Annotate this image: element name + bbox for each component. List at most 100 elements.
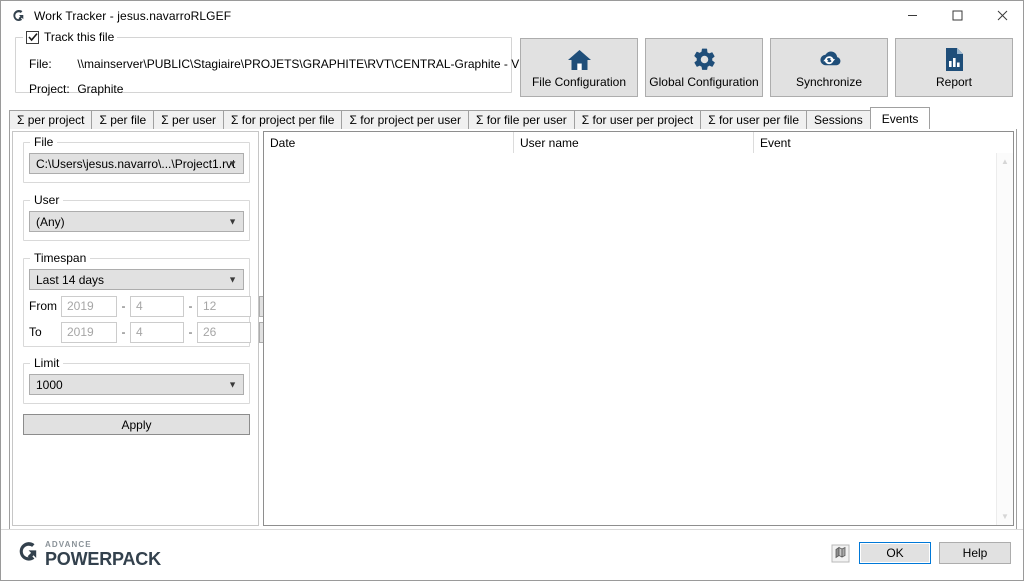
track-this-file-group: Track this file File: \\mainserver\PUBLI… xyxy=(15,29,543,96)
timespan-select-value: Last 14 days xyxy=(36,272,105,287)
timespan-filter-group: Timespan Last 14 days ▼ From 2019 - 4 - … xyxy=(23,251,283,347)
events-list-panel: Date User name Event ▲ ▼ xyxy=(263,131,1014,526)
tab-sum-for-user-per-project[interactable]: Σ for user per project xyxy=(573,110,702,129)
ok-button[interactable]: OK xyxy=(859,542,931,564)
date-separator: - xyxy=(188,325,193,339)
tab-label: Σ per user xyxy=(161,113,217,127)
tab-sum-for-file-per-user[interactable]: Σ for file per user xyxy=(467,110,575,129)
logo-powerpack-text: POWERPACK xyxy=(45,548,161,569)
global-configuration-label: Global Configuration xyxy=(649,74,759,89)
limit-select-value: 1000 xyxy=(36,377,63,392)
limit-filter-group: Limit 1000 ▼ xyxy=(23,356,250,404)
ok-button-label: OK xyxy=(886,546,904,560)
user-filter-group: User (Any) ▼ xyxy=(23,193,250,241)
user-select[interactable]: (Any) ▼ xyxy=(29,211,244,232)
user-select-value: (Any) xyxy=(36,214,65,229)
project-value: Graphite xyxy=(77,82,124,96)
maximize-icon[interactable] xyxy=(935,1,980,30)
home-icon xyxy=(567,47,592,73)
chevron-down-icon: ▼ xyxy=(228,158,237,168)
events-list-header: Date User name Event xyxy=(264,132,1013,154)
tab-label: Σ for user per file xyxy=(708,113,800,127)
date-from-year[interactable]: 2019 xyxy=(61,295,117,317)
scroll-down-arrow-icon[interactable]: ▼ xyxy=(997,508,1014,525)
date-separator: - xyxy=(188,299,193,313)
project-row: Project: Graphite xyxy=(29,82,123,96)
file-select[interactable]: C:\Users\jesus.navarro\...\Project1.rvt … xyxy=(29,153,244,174)
limit-filter-legend: Limit xyxy=(30,356,64,370)
events-list-body[interactable] xyxy=(264,153,996,525)
events-list-scrollbar[interactable]: ▲ ▼ xyxy=(996,153,1013,525)
graitec-g-icon xyxy=(9,7,27,25)
column-label: Event xyxy=(760,135,791,150)
gear-icon xyxy=(692,47,717,73)
synchronize-label: Synchronize xyxy=(795,74,863,89)
tab-sum-for-user-per-file[interactable]: Σ for user per file xyxy=(700,110,808,129)
file-value: \\mainserver\PUBLIC\Stagiaire\PROJETS\GR… xyxy=(77,57,543,71)
tab-label: Σ per project xyxy=(17,113,85,127)
tab-sessions[interactable]: Sessions xyxy=(806,110,871,129)
report-button[interactable]: Report xyxy=(895,38,1013,97)
tab-sum-for-project-per-user[interactable]: Σ for project per user xyxy=(341,110,469,129)
close-icon[interactable] xyxy=(980,1,1023,30)
track-this-file-label: Track this file xyxy=(44,30,115,44)
date-from-month[interactable]: 4 xyxy=(130,295,184,317)
advance-powerpack-logo: ADVANCE POWERPACK xyxy=(13,539,161,569)
file-filter-legend: File xyxy=(30,135,58,149)
global-configuration-button[interactable]: Global Configuration xyxy=(645,38,763,97)
tab-events[interactable]: Events xyxy=(869,107,931,129)
date-to-row: To 2019 - 4 - 26 31 xyxy=(29,321,283,343)
timespan-select[interactable]: Last 14 days ▼ xyxy=(29,269,244,290)
limit-select[interactable]: 1000 ▼ xyxy=(29,374,244,395)
column-header-user-name[interactable]: User name xyxy=(514,132,754,153)
tab-strip: Σ per project Σ per file Σ per user Σ fo… xyxy=(9,107,1017,129)
file-label: File: xyxy=(29,57,52,71)
tab-sum-for-project-per-file[interactable]: Σ for project per file xyxy=(223,110,343,129)
date-from-day[interactable]: 12 xyxy=(197,295,251,317)
tab-label: Σ per file xyxy=(99,113,147,127)
column-header-date[interactable]: Date xyxy=(264,132,514,153)
tab-label: Σ for project per user xyxy=(349,113,461,127)
tab-sum-per-user[interactable]: Σ per user xyxy=(153,110,225,129)
window-controls xyxy=(890,1,1023,30)
apply-button-label: Apply xyxy=(121,417,152,432)
file-filter-group: File C:\Users\jesus.navarro\...\Project1… xyxy=(23,135,250,183)
project-label: Project: xyxy=(29,82,70,96)
date-to-day[interactable]: 26 xyxy=(197,321,251,343)
file-configuration-button[interactable]: File Configuration xyxy=(520,38,638,97)
help-button-label: Help xyxy=(962,546,988,560)
main-toolbar: File Configuration Global Configuration xyxy=(520,38,1013,97)
header-area: Track this file File: \\mainserver\PUBLI… xyxy=(1,29,1023,104)
file-select-value: C:\Users\jesus.navarro\...\Project1.rvt xyxy=(36,156,236,171)
cloud-sync-icon xyxy=(815,47,843,73)
track-this-file-checkbox[interactable]: Track this file xyxy=(23,29,118,45)
footer-actions: OK Help xyxy=(829,542,1011,564)
tab-label: Σ for project per file xyxy=(231,113,335,127)
column-label: Date xyxy=(270,135,296,150)
tab-sum-per-file[interactable]: Σ per file xyxy=(91,110,155,129)
about-icon[interactable] xyxy=(829,542,851,564)
date-to-year[interactable]: 2019 xyxy=(61,321,117,343)
minimize-icon[interactable] xyxy=(890,1,935,30)
date-to-month[interactable]: 4 xyxy=(130,321,184,343)
column-header-event[interactable]: Event xyxy=(754,132,998,153)
date-separator: - xyxy=(121,299,126,313)
filter-panel: File C:\Users\jesus.navarro\...\Project1… xyxy=(12,131,283,526)
tab-sum-per-project[interactable]: Σ per project xyxy=(9,110,93,129)
date-from-row: From 2019 - 4 - 12 31 xyxy=(29,295,283,317)
window-title: Work Tracker - jesus.navarroRLGEF xyxy=(34,8,232,23)
synchronize-button[interactable]: Synchronize xyxy=(770,38,888,97)
date-from-label: From xyxy=(29,299,57,313)
apply-button[interactable]: Apply xyxy=(23,414,250,435)
scroll-up-arrow-icon[interactable]: ▲ xyxy=(997,153,1014,170)
date-separator: - xyxy=(121,325,126,339)
footer-bar: ADVANCE POWERPACK OK Help xyxy=(1,529,1023,580)
help-button[interactable]: Help xyxy=(939,542,1011,564)
user-filter-legend: User xyxy=(30,193,64,207)
chevron-down-icon: ▼ xyxy=(228,216,237,226)
checkbox-checked-icon xyxy=(26,30,39,44)
date-to-label: To xyxy=(29,325,42,339)
tab-label: Σ for file per user xyxy=(475,113,567,127)
report-chart-icon xyxy=(944,47,965,73)
tab-content-events: File C:\Users\jesus.navarro\...\Project1… xyxy=(9,129,1017,530)
